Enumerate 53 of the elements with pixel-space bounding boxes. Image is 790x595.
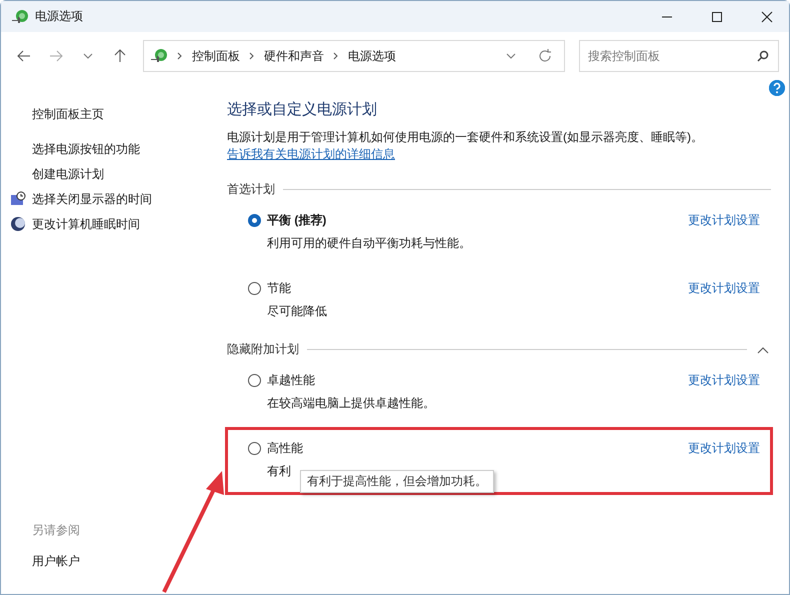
chevron-icon [248, 52, 256, 60]
plan-description: 利用可用的硬件自动平衡功耗与性能。 [267, 235, 472, 252]
change-plan-settings-link[interactable]: 更改计划设置 [688, 212, 760, 229]
forward-arrow-icon [49, 50, 63, 62]
chevron-icon [332, 52, 340, 60]
plan-name: 节能 [267, 280, 292, 297]
change-plan-settings-link[interactable]: 更改计划设置 [688, 372, 760, 389]
breadcrumb[interactable]: 硬件和声音 [264, 48, 324, 64]
window-title: 电源选项 [35, 8, 84, 25]
tooltip: 有利于提高性能，但会增加功耗。 [300, 470, 494, 493]
radio-button[interactable] [248, 442, 261, 455]
caret-icon [757, 346, 769, 354]
refresh-icon [538, 49, 552, 63]
help-icon[interactable] [769, 80, 785, 96]
radio-button[interactable] [248, 214, 261, 227]
change-plan-settings-link[interactable]: 更改计划设置 [688, 280, 760, 297]
search-icon [757, 50, 769, 62]
intro-text: 电源计划是用于管理计算机如何使用电源的一套硬件和系统设置(如显示器亮度、睡眠等)。 告诉我有关电源计划的详细信息 [227, 129, 704, 163]
up-arrow-icon [114, 49, 126, 63]
plan-description: 在较高端电脑上提供卓越性能。 [267, 395, 436, 412]
plan-name: 卓越性能 [267, 372, 316, 389]
plan-name: 平衡 (推荐) [267, 212, 328, 229]
details-link[interactable]: 告诉我有关电源计划的详细信息 [227, 147, 395, 161]
sidebar-link[interactable]: 选择关闭显示器的时间 [1, 187, 219, 212]
sidebar-link[interactable]: 用户帐户 [1, 549, 219, 574]
change-plan-settings-link[interactable]: 更改计划设置 [688, 440, 760, 457]
plan-description: 尽可能降低 [267, 303, 328, 320]
sidebar-link[interactable]: 更改计算机睡眠时间 [1, 212, 219, 237]
chevron-icon [176, 52, 184, 60]
moon-icon [10, 216, 26, 232]
sidebar-link[interactable]: 控制面板主页 [1, 102, 219, 127]
radio-button[interactable] [248, 374, 261, 387]
close-icon [761, 10, 773, 22]
address-bar[interactable]: 控制面板 硬件和声音 电源选项 [143, 40, 565, 72]
power-plug-icon [11, 8, 29, 26]
sidebar-link[interactable]: 创建电源计划 [1, 162, 219, 187]
chevron-down-icon [506, 53, 516, 59]
breadcrumb[interactable]: 电源选项 [348, 48, 396, 64]
power-plug-icon [150, 47, 168, 65]
radio-button[interactable] [248, 282, 261, 295]
plan-name: 高性能 [267, 440, 304, 457]
clock-monitor-icon [10, 191, 26, 207]
group-heading: 隐藏附加计划 [227, 340, 299, 358]
search-field[interactable]: 搜索控制面板 [579, 40, 779, 72]
page-heading: 选择或自定义电源计划 [227, 100, 378, 119]
group-heading: 首选计划 [227, 180, 275, 198]
chevron-down-icon [83, 53, 93, 59]
breadcrumb[interactable]: 控制面板 [192, 48, 240, 64]
maximize-icon [711, 10, 723, 22]
see-also-heading: 另请参阅 [31, 522, 81, 539]
sidebar-link[interactable]: 选择电源按钮的功能 [1, 137, 219, 162]
plan-description: 有利 [267, 463, 292, 480]
back-arrow-icon [17, 50, 31, 62]
